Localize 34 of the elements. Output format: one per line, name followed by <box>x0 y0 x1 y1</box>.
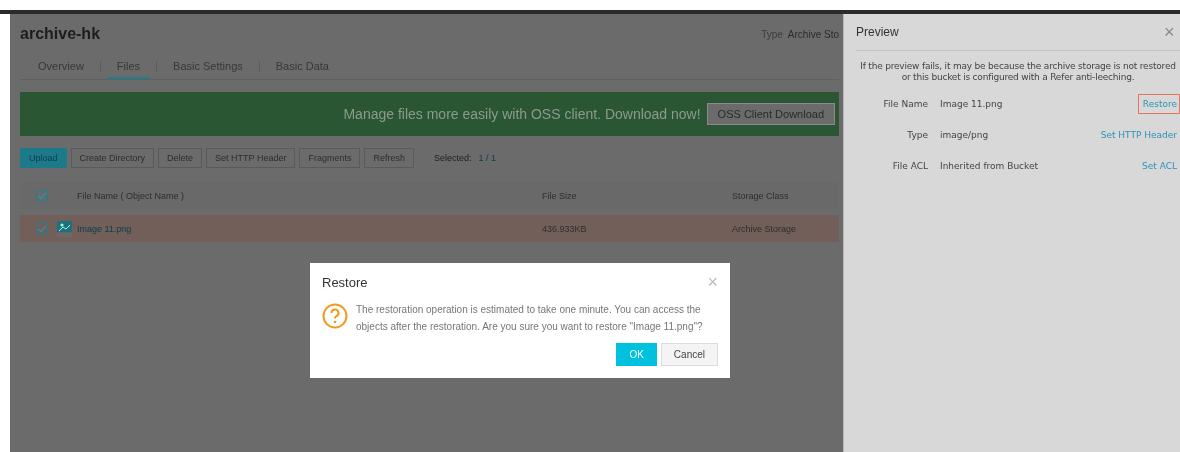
field-value: Inherited from Bucket <box>940 161 1040 172</box>
file-name-link[interactable]: Image 11.png <box>77 223 542 234</box>
action-link[interactable]: Set HTTP Header <box>1095 125 1180 146</box>
cancel-button[interactable]: Cancel <box>660 343 718 366</box>
table-cell-text: Archive Storage <box>732 223 798 234</box>
close-button[interactable]: × <box>707 271 718 293</box>
ok-button[interactable]: OK <box>616 343 657 366</box>
banner-text: Manage files more easily with OSS client. Download now! <box>343 106 701 122</box>
selection-label: Selected: <box>434 153 472 163</box>
dialog-message: The restoration operation is estimated to take one minute. You can access the objects after the restoration. Are you sure you want to restore "Image 11.png"? <box>356 303 704 334</box>
checkbox[interactable] <box>35 222 48 235</box>
toolbar-button[interactable]: Upload <box>20 148 67 168</box>
table-row[interactable]: Image 11.png 436.933KB Archive Storage <box>20 215 839 242</box>
selection-count: 1 / 1 <box>478 153 497 163</box>
question-icon <box>322 303 348 329</box>
action-link[interactable]: Set ACL <box>1137 156 1180 177</box>
field-label: File Name <box>882 99 928 110</box>
panel-title: Preview <box>856 25 900 39</box>
table-cell-text: 436.933KB <box>542 223 588 234</box>
field-label: File ACL <box>891 161 928 172</box>
checkbox[interactable] <box>35 189 48 202</box>
toolbar-button[interactable]: Delete <box>158 148 203 168</box>
field-value: Image 11.png <box>940 99 1004 110</box>
dialog-title: Restore <box>322 274 369 290</box>
type-value: Archive Sto <box>787 28 839 40</box>
field-label: Type <box>906 130 928 141</box>
download-button[interactable]: OSS Client Download <box>706 103 835 125</box>
bucket-title: archive-hk <box>20 25 102 43</box>
field-value: image/png <box>940 130 990 141</box>
preview-note: If the preview fails, it may be because the archive storage is not restored or this bucket is configured with a Refer anti-leeching. <box>859 61 1177 83</box>
image-file-icon <box>57 220 72 237</box>
close-button[interactable]: × <box>1164 21 1180 43</box>
toolbar-button[interactable]: Fragments <box>299 148 361 168</box>
action-link[interactable]: Restore <box>1137 94 1180 115</box>
